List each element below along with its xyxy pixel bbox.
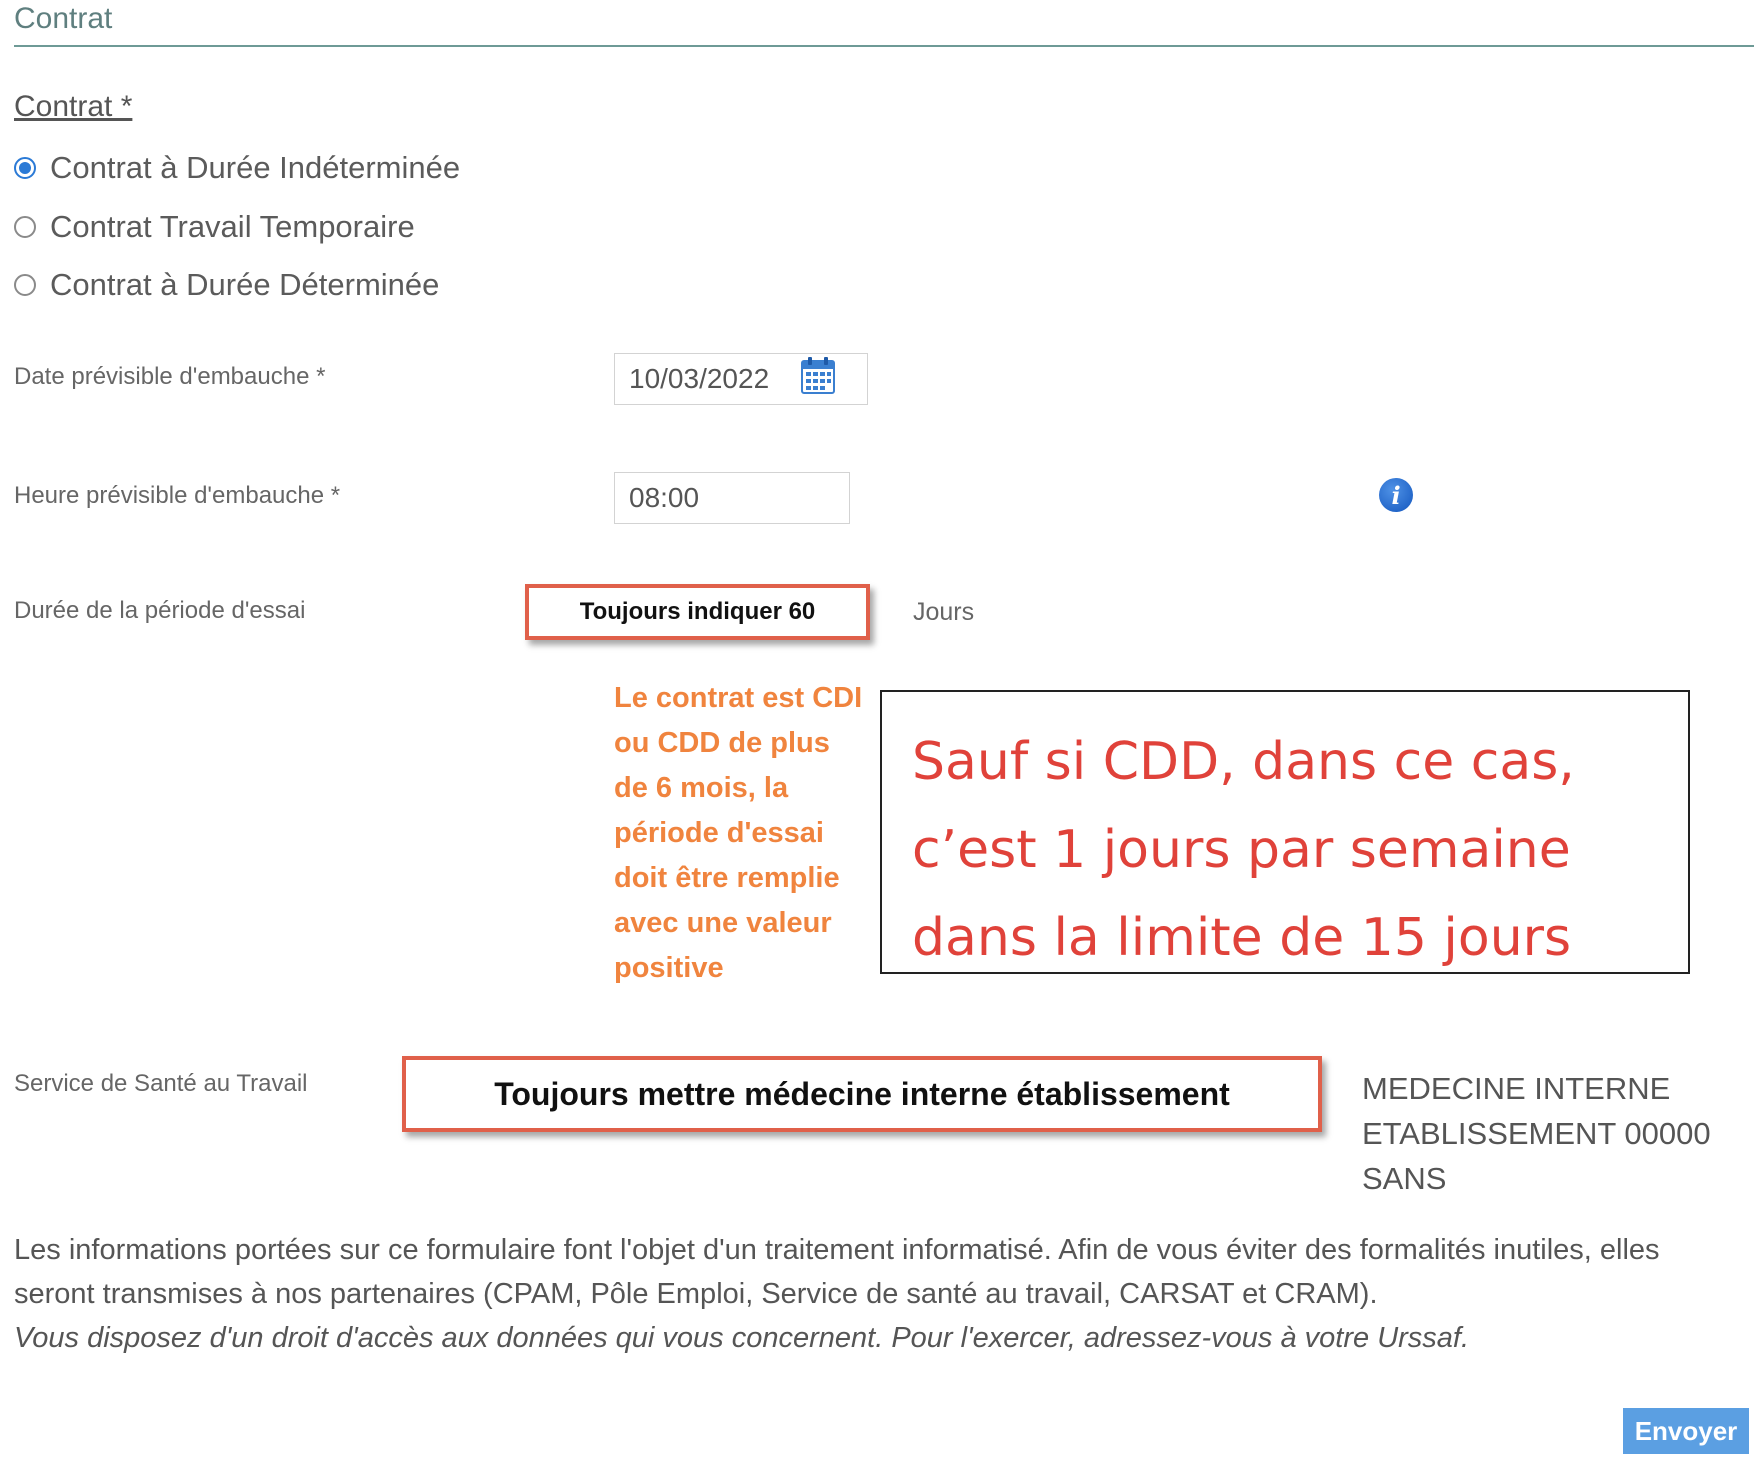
hire-time-value: 08:00 <box>629 482 700 513</box>
privacy-info: Les informations portées sur ce formulai… <box>14 1234 1660 1310</box>
cdd-note-line: dans la limite de 15 jours <box>912 908 1572 968</box>
section-divider <box>14 45 1754 47</box>
radio-option-cdi[interactable]: Contrat à Durée Indéterminée <box>14 148 460 188</box>
radio-button[interactable] <box>14 216 36 238</box>
cdd-note-line: c’est 1 jours par semaine <box>912 820 1571 880</box>
cdd-note-line: Sauf si CDD, dans ce cas, <box>912 732 1575 792</box>
health-service-value: MEDECINE INTERNE ETABLISSEMENT 00000 SAN… <box>1362 1066 1711 1201</box>
contract-label: Contrat * <box>14 90 133 123</box>
section-title: Contrat <box>14 2 113 35</box>
radio-button-checked[interactable] <box>14 157 36 179</box>
hire-time-input[interactable]: 08:00 <box>614 472 850 524</box>
radio-option-ctt[interactable]: Contrat Travail Temporaire <box>14 207 415 247</box>
health-service-value-line: SANS <box>1362 1161 1447 1196</box>
hire-date-label: Date prévisible d'embauche * <box>14 363 326 390</box>
radio-option-label: Contrat à Durée Indéterminée <box>50 150 461 185</box>
hire-date-value: 10/03/2022 <box>629 363 770 394</box>
health-service-annotation-box[interactable]: Toujours mettre médecine interne établis… <box>402 1056 1322 1132</box>
trial-period-annotation: Toujours indiquer 60 <box>579 598 816 625</box>
health-service-value-line: MEDECINE INTERNE <box>1362 1071 1671 1106</box>
send-button[interactable]: Envoyer <box>1623 1408 1749 1454</box>
trial-period-label: Durée de la période d'essai <box>14 597 306 624</box>
radio-option-cdd[interactable]: Contrat à Durée Déterminée <box>14 265 439 305</box>
calendar-icon[interactable] <box>801 356 835 394</box>
info-icon[interactable]: i <box>1379 478 1413 512</box>
health-service-label: Service de Santé au Travail <box>14 1070 308 1097</box>
trial-period-annotation-box[interactable]: Toujours indiquer 60 <box>525 584 870 640</box>
health-service-value-line: ETABLISSEMENT 00000 <box>1362 1116 1711 1151</box>
privacy-notice: Les informations portées sur ce formulai… <box>14 1228 1714 1360</box>
trial-period-validation-note: Le contrat est CDI ou CDD de plus de 6 m… <box>614 682 863 984</box>
health-service-annotation: Toujours mettre médecine interne établis… <box>494 1075 1230 1112</box>
cdd-exception-note: Sauf si CDD, dans ce cas, c’est 1 jours … <box>880 690 1690 974</box>
radio-option-label: Contrat à Durée Déterminée <box>50 267 440 302</box>
trial-period-unit: Jours <box>913 598 975 626</box>
hire-time-label: Heure prévisible d'embauche * <box>14 482 341 509</box>
privacy-rights: Vous disposez d'un droit d'accès aux don… <box>14 1322 1470 1354</box>
radio-option-label: Contrat Travail Temporaire <box>50 209 415 244</box>
radio-button[interactable] <box>14 274 36 296</box>
